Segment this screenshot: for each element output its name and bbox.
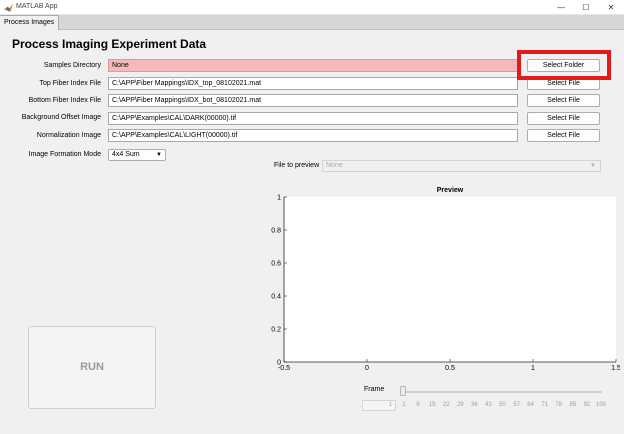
frame-tick-label: 22 [442,402,450,408]
frame-label: Frame [364,386,385,393]
bottom-fiber-index-field[interactable]: C:\APP\Fiber Mappings\IDX_bot_08102021.m… [108,94,518,107]
maximize-button[interactable]: ☐ [574,0,598,15]
y-tick-label: 0 [277,360,281,367]
frame-tick-label: 71 [541,402,549,408]
top-fiber-index-field[interactable]: C:\APP\Fiber Mappings\IDX_top_08102021.m… [108,77,518,90]
chevron-down-icon: ▼ [590,163,596,169]
samples-directory-label: Samples Directory [43,62,101,69]
preview-chart: Preview -0.5 0 0.5 1 1.500.20.40.60.81 [271,187,620,372]
y-tick-label: 0.2 [271,327,281,334]
x-tick-label: 1.5 [611,365,620,372]
frame-tick-label: 92 [583,402,591,408]
frame-tick-label: 78 [555,402,563,408]
image-formation-mode-label: Image Formation Mode [28,151,101,158]
file-to-preview-label: File to preview [274,162,320,169]
x-tick-label: 0 [365,365,369,372]
frame-tick-label: 100 [595,402,607,408]
frame-number-field[interactable]: 1 [362,400,396,411]
frame-tick-label: 29 [456,402,464,408]
background-offset-field[interactable]: C:\APP\Examples\CAL\DARK(00000).tif [108,112,518,125]
minimize-button[interactable]: — [549,0,573,15]
select-background-file-button[interactable]: Select File [527,112,600,125]
select-folder-highlight [517,50,611,80]
select-bottom-fiber-file-button[interactable]: Select File [527,94,600,107]
frame-tick-label: 64 [527,402,534,408]
matlab-app-icon [4,3,13,12]
y-tick-label: 0.6 [271,261,281,268]
select-normalization-file-button[interactable]: Select File [527,129,600,142]
frame-tick-label: 1 [402,402,406,408]
close-button[interactable]: ✕ [599,0,623,15]
top-fiber-index-label: Top Fiber Index File [39,80,101,87]
window-titlebar: MATLAB App — ☐ ✕ [0,0,624,15]
frame-tick-label: 43 [485,402,492,408]
tab-process-images[interactable]: Process Images [0,15,59,30]
background-offset-label: Background Offset Image [21,114,101,121]
frame-slider-track[interactable] [404,391,602,393]
frame-tick-label: 50 [499,402,506,408]
file-to-preview-value: None [326,162,343,169]
frame-tick-label: 85 [569,402,577,408]
frame-tick-label: 15 [428,402,436,408]
y-tick-label: 1 [277,195,281,202]
y-tick-label: 0.4 [271,294,281,301]
run-button[interactable]: RUN [28,326,156,409]
image-formation-mode-value: 4x4 Sum [112,151,140,158]
x-tick-label: 1 [531,365,535,372]
page-title: Process Imaging Experiment Data [12,37,207,51]
frame-tick-label: 36 [471,402,478,408]
y-tick-label: 0.8 [271,228,281,235]
frame-slider-thumb[interactable] [400,386,406,396]
samples-directory-field[interactable]: None [108,59,518,72]
file-to-preview-dropdown[interactable]: None ▼ [322,160,601,172]
chevron-down-icon: ▼ [156,152,162,158]
normalization-image-label: Normalization Image [36,132,101,139]
frame-tick-label: 57 [513,402,520,408]
tab-bar: Process Images [0,15,624,30]
x-tick-label: 0.5 [445,365,455,372]
image-formation-mode-dropdown[interactable]: 4x4 Sum ▼ [108,149,166,161]
frame-tick-label: 8 [416,402,420,408]
window-title: MATLAB App [16,3,58,10]
plot-background [284,197,616,362]
bottom-fiber-index-label: Bottom Fiber Index File [28,97,101,104]
chart-title: Preview [437,187,464,194]
normalization-image-field[interactable]: C:\APP\Examples\CAL\LIGHT(00000).tif [108,129,518,142]
